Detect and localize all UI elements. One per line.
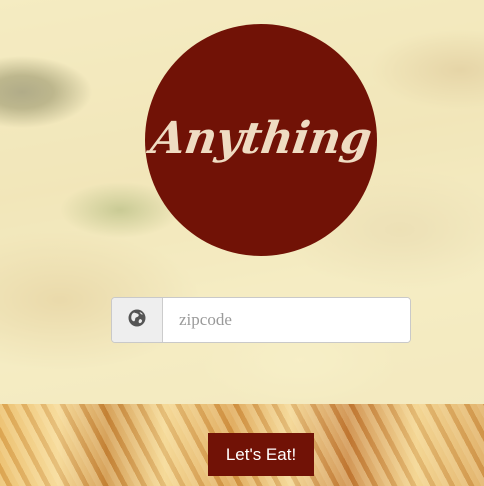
zipcode-input-group (111, 297, 411, 343)
logo: Anything (145, 24, 377, 256)
globe-icon (128, 309, 146, 332)
zipcode-addon (112, 298, 163, 342)
lets-eat-button[interactable]: Let's Eat! (208, 433, 314, 476)
zipcode-input[interactable] (163, 298, 410, 342)
logo-text: Anything (147, 112, 375, 164)
